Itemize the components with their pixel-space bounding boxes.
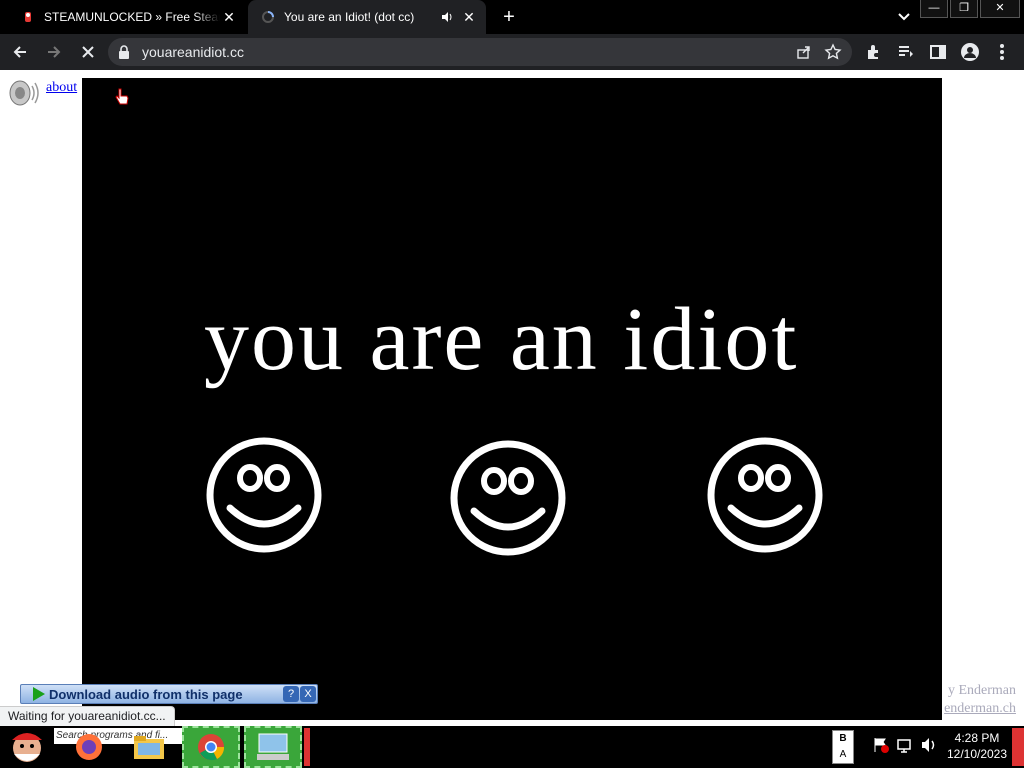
play-icon [33, 687, 45, 701]
tab-strip: STEAMUNLOCKED » Free Steam Games ✕ You a… [0, 0, 1024, 34]
taskbar-divider [304, 728, 310, 766]
smiley-face-icon [450, 440, 566, 556]
window-controls: — ❐ ✕ [918, 0, 1020, 18]
tab-title: STEAMUNLOCKED » Free Steam Games [44, 10, 220, 24]
taskbar-firefox[interactable] [60, 726, 118, 768]
computer-icon [257, 733, 289, 760]
language-letter: B [839, 733, 847, 744]
smiley-face-icon [206, 437, 322, 553]
steam-favicon-icon [20, 9, 36, 25]
chrome-icon [198, 734, 225, 761]
status-bar: Waiting for youareanidiot.cc... [0, 706, 175, 726]
hand-cursor-icon [115, 88, 129, 106]
address-bar[interactable]: youareanidiot.cc [108, 38, 852, 66]
clock-date: 12/10/2023 [946, 747, 1008, 761]
back-arrow-icon[interactable] [6, 38, 34, 66]
credit-line-1[interactable]: y Enderman [944, 682, 1016, 700]
url-text[interactable]: youareanidiot.cc [142, 44, 244, 60]
speaker-icon[interactable] [8, 78, 40, 108]
tab-title: You are an Idiot! (dot cc) [284, 10, 415, 24]
language-letter: A [839, 749, 847, 760]
download-audio-bar[interactable]: Download audio from this page ? X [20, 684, 318, 704]
download-audio-label[interactable]: Download audio from this page [49, 687, 243, 702]
clock-time: 4:28 PM [954, 731, 1000, 745]
firefox-icon [76, 734, 102, 760]
restore-button[interactable]: ❐ [950, 0, 978, 18]
close-window-button[interactable]: ✕ [980, 0, 1020, 18]
tab-search-icon[interactable] [894, 8, 914, 26]
show-desktop-button[interactable] [1012, 728, 1024, 766]
taskbar-explorer[interactable] [120, 726, 178, 768]
new-tab-button[interactable]: + [498, 6, 520, 28]
extensions-icon[interactable] [864, 42, 884, 62]
profile-icon[interactable] [960, 42, 980, 62]
star-icon[interactable] [824, 43, 842, 61]
loading-spinner-icon [260, 9, 276, 25]
about-link[interactable]: about [46, 80, 77, 95]
forward-arrow-icon[interactable] [40, 38, 68, 66]
media-queue-icon[interactable] [896, 42, 916, 62]
web-page: about legacy info you are an idiot y End… [0, 70, 1024, 726]
close-download-bar-button[interactable]: X [300, 686, 316, 702]
content-stage[interactable]: you are an idiot [82, 78, 942, 720]
taskbar: Search programs and fi... B A 4:28 PM 12… [0, 726, 1024, 768]
network-icon[interactable] [896, 736, 914, 759]
tab-steamunlocked[interactable]: STEAMUNLOCKED » Free Steam Games ✕ [8, 0, 246, 34]
start-button[interactable] [2, 728, 52, 766]
folder-icon [134, 736, 164, 759]
share-icon[interactable] [796, 44, 812, 60]
system-clock[interactable]: 4:28 PM 12/10/2023 [944, 730, 1010, 762]
page-headline: you are an idiot [204, 290, 799, 389]
side-panel-icon[interactable] [928, 42, 948, 62]
language-indicator[interactable]: B A [832, 730, 854, 764]
audio-playing-icon[interactable] [440, 10, 454, 24]
volume-icon[interactable] [920, 736, 938, 759]
credit-text: y Enderman enderman.ch [944, 682, 1016, 718]
help-button[interactable]: ? [283, 686, 299, 702]
tab-youareanidiot[interactable]: You are an Idiot! (dot cc) ✕ [248, 0, 486, 34]
minimize-button[interactable]: — [920, 0, 948, 18]
tab-close-icon[interactable]: ✕ [220, 8, 238, 26]
menu-icon[interactable] [992, 42, 1012, 62]
taskbar-chrome[interactable] [182, 726, 240, 768]
browser-toolbar: youareanidiot.cc [0, 34, 1024, 70]
smiley-face-icon [707, 437, 823, 553]
credit-link[interactable]: enderman.ch [944, 701, 1016, 716]
tab-close-icon[interactable]: ✕ [460, 8, 478, 26]
flag-error-icon[interactable] [872, 736, 890, 759]
taskbar-onscreen-keyboard[interactable] [244, 726, 302, 768]
lock-icon[interactable] [118, 45, 130, 59]
stop-loading-icon[interactable] [74, 38, 102, 66]
